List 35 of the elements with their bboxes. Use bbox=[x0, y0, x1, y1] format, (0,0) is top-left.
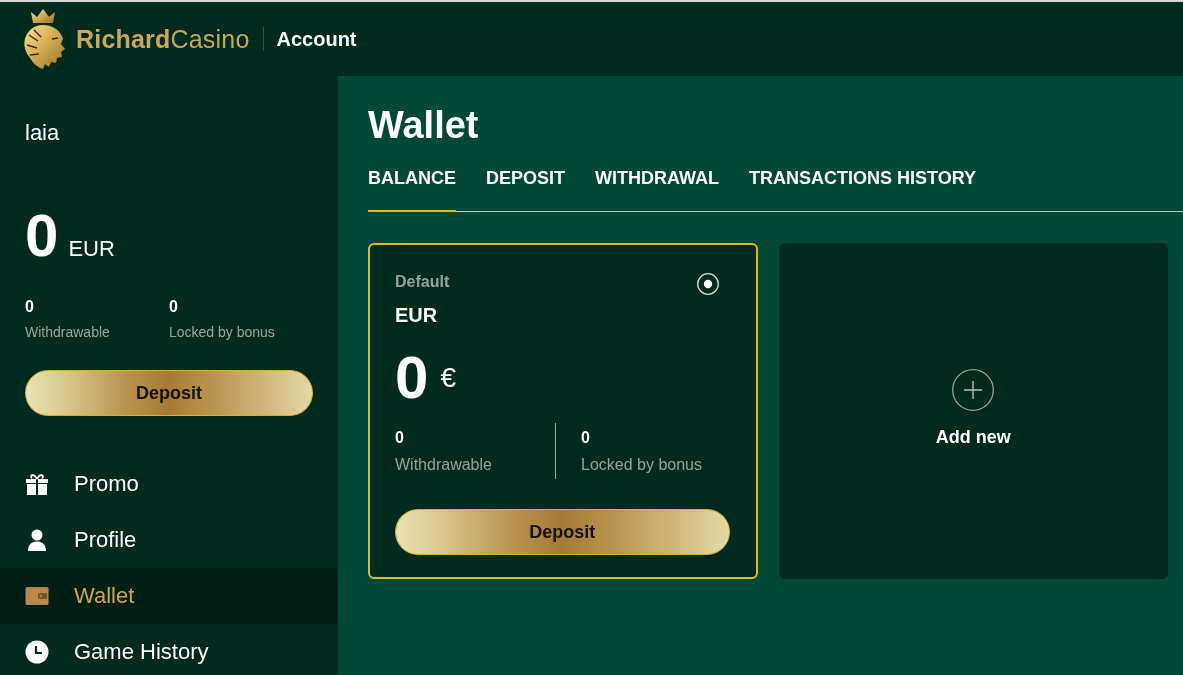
balance-amount: 0 bbox=[25, 206, 59, 266]
radio-icon[interactable] bbox=[696, 273, 719, 295]
stat-value: 0 bbox=[395, 428, 404, 448]
stat-value: 0 bbox=[25, 297, 34, 317]
nav-item[interactable]: Profile bbox=[0, 512, 338, 568]
deposit-button[interactable]: Deposit bbox=[395, 509, 730, 555]
stat-label: Withdrawable bbox=[395, 455, 492, 475]
wallet-icon bbox=[25, 584, 49, 608]
stat-value: 0 bbox=[169, 297, 178, 317]
tab[interactable]: BALANCE bbox=[368, 167, 456, 212]
stat-label: Locked by bonus bbox=[581, 455, 702, 475]
brand-name[interactable]: RichardCasino bbox=[76, 24, 250, 54]
nav-item[interactable]: Game History bbox=[0, 624, 338, 675]
tab[interactable]: DEPOSIT bbox=[486, 167, 565, 212]
nav-item[interactable]: Wallet bbox=[0, 568, 338, 624]
stat-value: 0 bbox=[581, 428, 590, 448]
currency-symbol: € bbox=[440, 362, 456, 394]
gift-icon bbox=[25, 472, 49, 496]
deposit-button[interactable]: Deposit bbox=[25, 370, 313, 416]
plus-icon bbox=[952, 368, 995, 411]
balance-currency: EUR bbox=[68, 236, 115, 262]
wallet-currency: EUR bbox=[395, 303, 438, 327]
person-icon bbox=[25, 528, 49, 552]
tab[interactable]: WITHDRAWAL bbox=[595, 167, 719, 212]
stat-label: Withdrawable bbox=[25, 323, 110, 341]
add-new-button[interactable]: Add new bbox=[778, 243, 1168, 579]
wallet-amount: 0 bbox=[395, 348, 429, 408]
wallet-tag: Default bbox=[395, 272, 450, 292]
clock-icon bbox=[25, 640, 49, 664]
page-title: Wallet bbox=[368, 103, 479, 147]
stat-label: Locked by bonus bbox=[169, 323, 275, 341]
section-title: Account bbox=[276, 27, 357, 51]
tab[interactable]: TRANSACTIONS HISTORY bbox=[749, 167, 976, 212]
username: laia bbox=[25, 120, 60, 146]
nav-item[interactable]: Promo bbox=[0, 456, 338, 512]
